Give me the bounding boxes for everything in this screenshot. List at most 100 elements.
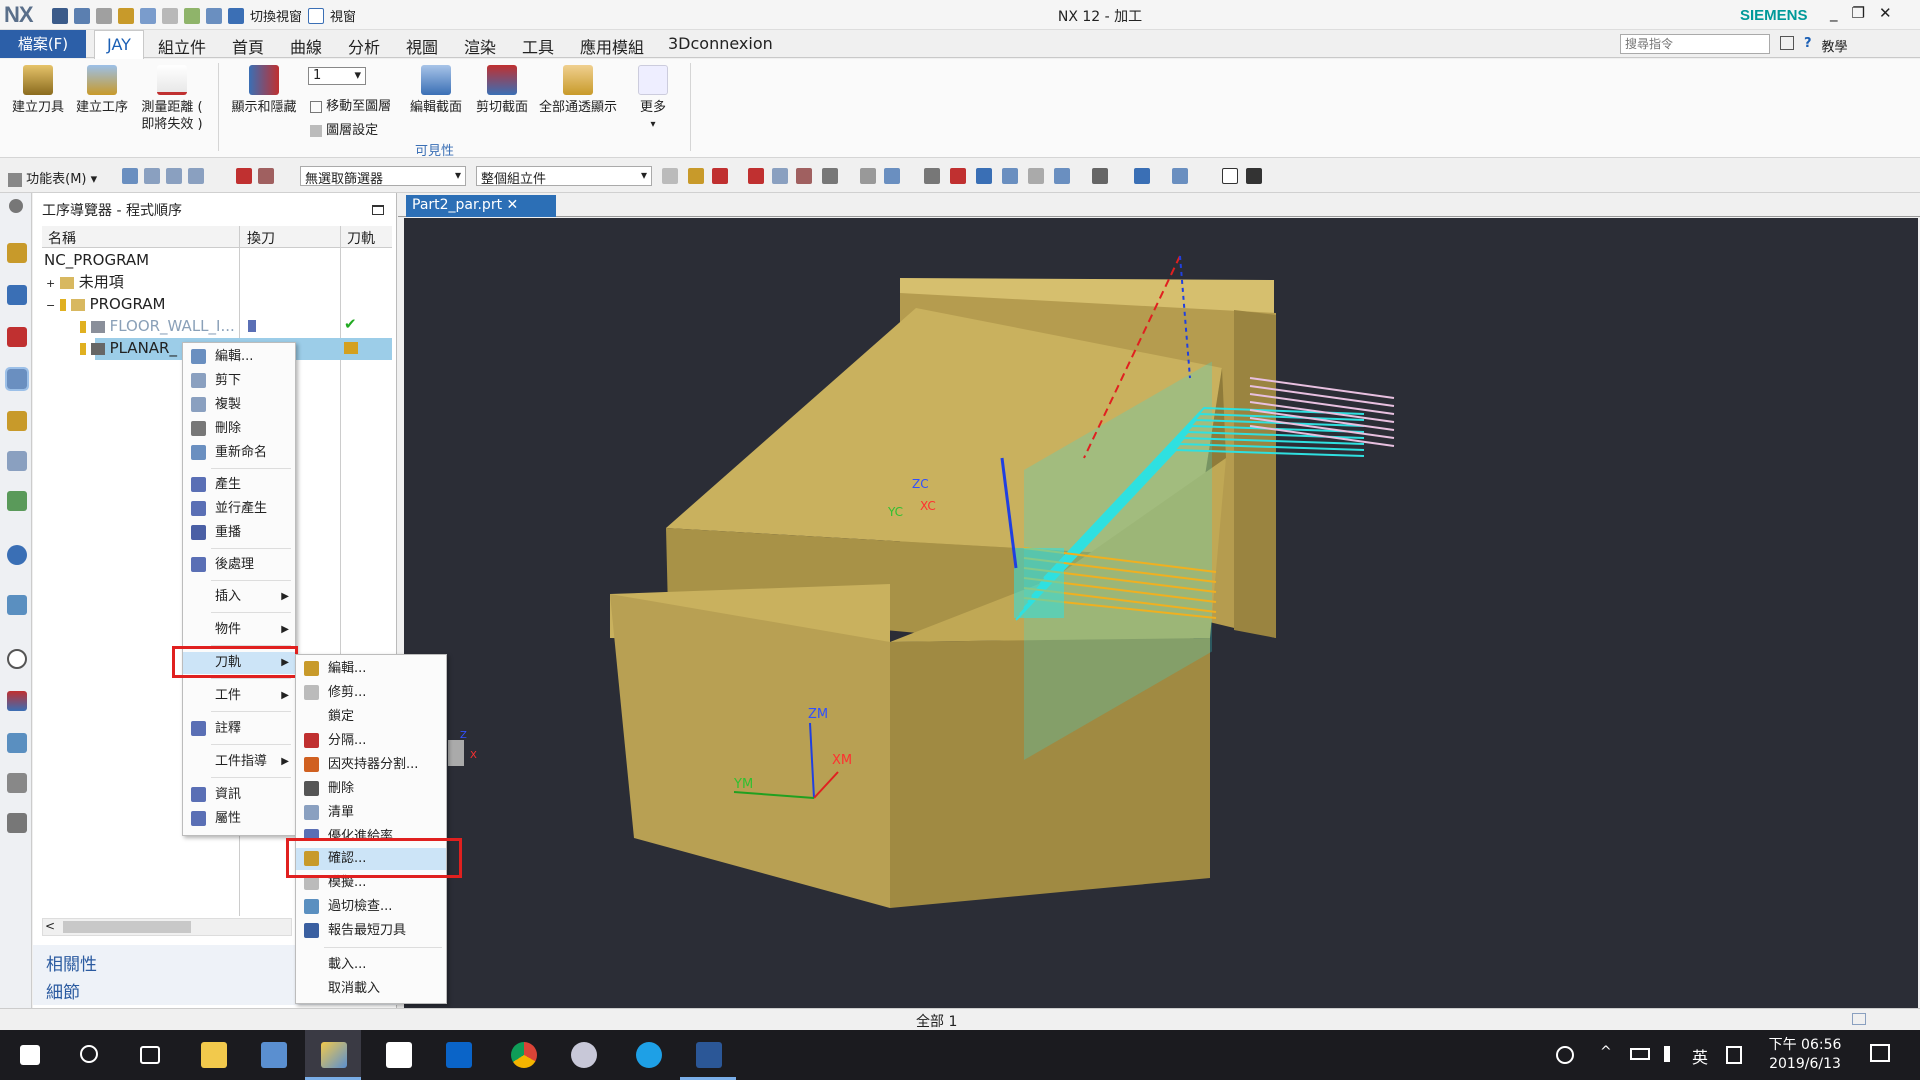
document-tab[interactable]: Part2_par.prt ✕ <box>406 195 556 217</box>
work-layer-select[interactable]: 1 ▾ <box>308 67 366 85</box>
taskbar-nx[interactable] <box>305 1030 361 1080</box>
submenu-item-lock[interactable]: 鎖定 <box>296 706 446 728</box>
view-icon[interactable] <box>1028 168 1044 184</box>
touch-mode-icon[interactable] <box>184 7 200 24</box>
toolbar-icon[interactable] <box>860 168 876 184</box>
single-view-icon[interactable] <box>1222 168 1238 184</box>
taskbar-explorer[interactable] <box>185 1030 241 1080</box>
taskbar-outlook[interactable] <box>430 1030 486 1080</box>
layer-settings-button[interactable]: 圖層設定 <box>310 119 378 138</box>
submenu-item-list[interactable]: 清單 <box>296 802 446 824</box>
menu-item-generate[interactable]: 產生 <box>183 474 295 496</box>
ribbon-option-icon[interactable] <box>1780 36 1794 50</box>
menu-item-copy[interactable]: 複製 <box>183 394 295 416</box>
tab-analysis[interactable]: 分析 <box>348 34 380 58</box>
details-section[interactable]: 細節 <box>46 978 80 1003</box>
menu-item-cut[interactable]: 剪下 <box>183 370 295 392</box>
assembly-navigator-icon[interactable] <box>7 285 27 305</box>
machine-navigator-icon[interactable] <box>7 411 27 431</box>
menu-item-annotation[interactable]: 註釋 <box>183 718 295 740</box>
toolbar-icon[interactable] <box>796 168 812 184</box>
menu-item-delete[interactable]: 刪除 <box>183 418 295 440</box>
column-tool-change[interactable]: 換刀 <box>247 228 275 248</box>
teach-label[interactable]: 教學 <box>1822 36 1848 55</box>
redo-icon[interactable] <box>96 7 112 24</box>
menu-item-parallel-generate[interactable]: 並行產生 <box>183 498 295 520</box>
select-tool-icon[interactable] <box>122 168 138 184</box>
menu-item-insert[interactable]: 插入 ▶ <box>183 586 295 608</box>
menu-item-properties[interactable]: 屬性 <box>183 808 295 830</box>
tree-row-planar[interactable]: PLANAR_ <box>80 337 177 359</box>
battery-icon[interactable] <box>1630 1048 1650 1060</box>
submenu-item-delete[interactable]: 刪除 <box>296 778 446 800</box>
help-icon[interactable]: ? <box>1804 36 1812 55</box>
toolbar-icon[interactable] <box>772 168 788 184</box>
menu-item-edit[interactable]: 編輯... <box>183 346 295 368</box>
move-to-layer-button[interactable]: 移動至圖層 <box>310 95 391 114</box>
start-button[interactable] <box>0 1030 56 1080</box>
edit-section-button[interactable]: 編輯截面 <box>404 65 468 116</box>
tab-application[interactable]: 應用模組 <box>580 34 644 58</box>
column-name[interactable]: 名稱 <box>48 228 76 248</box>
dependencies-section[interactable]: 相關性 <box>46 950 97 975</box>
menu-item-workpiece[interactable]: 工件 ▶ <box>183 685 295 707</box>
submenu-item-unload[interactable]: 取消載入 <box>296 978 446 1000</box>
selection-filter-select[interactable]: 無選取篩選器 <box>300 166 466 187</box>
view-icon[interactable] <box>924 168 940 184</box>
menu-item-object[interactable]: 物件 ▶ <box>183 619 295 641</box>
view-icon[interactable] <box>1054 168 1070 184</box>
paste-icon[interactable] <box>162 7 178 24</box>
tray-chevron-icon[interactable]: ^ <box>1600 1044 1612 1060</box>
cut-icon[interactable] <box>118 7 134 24</box>
constraint-navigator-icon[interactable] <box>7 327 27 347</box>
repeat-command-icon[interactable] <box>206 7 222 24</box>
submenu-item-trim[interactable]: 修剪... <box>296 682 446 704</box>
tab-close-icon[interactable]: ✕ <box>507 197 519 213</box>
select-tool-icon[interactable] <box>166 168 182 184</box>
panel-maximize-icon[interactable] <box>372 205 384 215</box>
scrollbar-thumb[interactable] <box>63 921 191 933</box>
tool-library-icon[interactable] <box>7 733 27 753</box>
menu-item-postprocess[interactable]: 後處理 <box>183 554 295 576</box>
action-center-icon[interactable] <box>1870 1044 1890 1062</box>
roles-icon[interactable] <box>7 813 27 833</box>
taskbar-sticky-notes[interactable] <box>370 1030 426 1080</box>
volume-muted-icon[interactable] <box>1664 1046 1680 1062</box>
rotate-icon[interactable] <box>976 168 992 184</box>
web-browser-icon[interactable] <box>7 595 27 615</box>
submenu-item-split[interactable]: 分隔... <box>296 730 446 752</box>
copy-icon[interactable] <box>140 7 156 24</box>
toolbar-icon[interactable] <box>662 168 678 184</box>
save-icon[interactable] <box>52 7 68 24</box>
submenu-item-shortest-tool[interactable]: 報告最短刀具 <box>296 920 446 942</box>
robot-icon[interactable] <box>7 773 27 793</box>
input-language[interactable]: 英 <box>1692 1044 1708 1068</box>
ime-icon[interactable] <box>1726 1046 1742 1064</box>
tab-jay[interactable]: JAY <box>94 30 144 59</box>
window-menu-label[interactable]: 視窗 <box>330 6 356 25</box>
view-icon[interactable] <box>950 168 966 184</box>
toolbar-icon[interactable] <box>688 168 704 184</box>
settings-gear-icon[interactable] <box>9 199 23 213</box>
hd3d-icon[interactable] <box>7 545 27 565</box>
tab-tools[interactable]: 工具 <box>522 34 554 58</box>
undo-icon[interactable] <box>74 7 90 24</box>
tab-3dconnexion[interactable]: 3Dconnexion <box>668 34 773 53</box>
command-search-input[interactable] <box>1620 34 1770 54</box>
palette-icon[interactable] <box>7 691 27 711</box>
taskbar-ie[interactable] <box>620 1030 676 1080</box>
menu-item-rename[interactable]: 重新命名 <box>183 442 295 464</box>
snap-icon[interactable] <box>258 168 274 184</box>
graphics-viewport[interactable]: ZM XM YM ZC XC YC Z X <box>404 218 1918 1008</box>
toolbar-icon[interactable] <box>822 168 838 184</box>
task-view-button[interactable] <box>120 1030 176 1080</box>
taskbar-paint[interactable] <box>555 1030 611 1080</box>
menu-item-info[interactable]: 資訊 <box>183 784 295 806</box>
restore-button[interactable]: ❐ <box>1852 4 1865 22</box>
taskbar-app[interactable] <box>245 1030 301 1080</box>
minimize-button[interactable]: _ <box>1830 4 1838 22</box>
show-hide-button[interactable]: 顯示和隱藏 <box>228 65 300 116</box>
tree-row-program[interactable]: − PROGRAM <box>46 293 165 315</box>
select-tool-icon[interactable] <box>188 168 204 184</box>
taskbar-chrome[interactable] <box>495 1030 551 1080</box>
